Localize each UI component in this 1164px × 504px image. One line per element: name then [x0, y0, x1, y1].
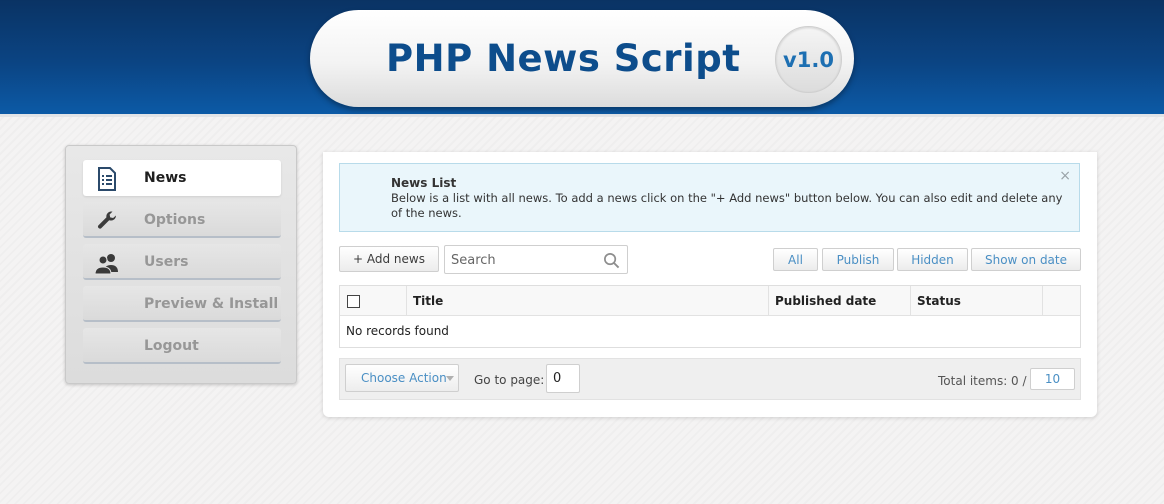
info-alert: News List Below is a list with all news.… — [339, 163, 1080, 232]
column-actions — [1043, 286, 1080, 316]
info-title: News List — [391, 176, 457, 190]
filter-show-on-date-button[interactable]: Show on date — [971, 248, 1081, 271]
site-title: PHP News Script — [386, 37, 741, 80]
chevron-down-icon — [446, 376, 454, 381]
sidebar-item-users[interactable]: Users — [83, 244, 281, 280]
users-icon — [95, 254, 118, 275]
column-title[interactable]: Title — [407, 286, 769, 316]
sidebar-item-label: Users — [144, 254, 189, 270]
sidebar-item-label: Preview & Install — [144, 296, 279, 312]
select-all-header — [340, 286, 407, 316]
info-text: Below is a list with all news. To add a … — [391, 191, 1063, 220]
document-list-icon — [98, 167, 116, 191]
filter-all-button[interactable]: All — [773, 248, 818, 271]
filter-publish-button[interactable]: Publish — [822, 248, 894, 271]
sidebar-menu: News Options Users Preview & Install Log… — [65, 145, 297, 384]
items-per-page-select[interactable]: 10 — [1030, 368, 1075, 390]
total-items-label: Total items: 0 / — [938, 374, 1027, 388]
sidebar-item-logout[interactable]: Logout — [83, 328, 281, 364]
choose-action-label: Choose Action — [361, 371, 447, 385]
empty-message: No records found — [346, 324, 449, 338]
sidebar-item-preview-install[interactable]: Preview & Install — [83, 286, 281, 322]
add-news-button[interactable]: + Add news — [339, 246, 439, 272]
search-icon[interactable] — [603, 252, 620, 269]
table-header: Title Published date Status — [340, 286, 1080, 316]
table-footer: Choose Action Go to page: Total items: 0… — [339, 358, 1081, 400]
search-field — [444, 245, 628, 274]
column-status[interactable]: Status — [911, 286, 1043, 316]
main-panel: News List Below is a list with all news.… — [323, 152, 1097, 417]
sidebar-item-options[interactable]: Options — [83, 202, 281, 238]
filter-hidden-button[interactable]: Hidden — [897, 248, 968, 271]
version-badge: v1.0 — [775, 26, 842, 93]
goto-page-label: Go to page: — [474, 373, 545, 387]
search-input[interactable] — [451, 251, 601, 269]
site-header: PHP News Script v1.0 — [0, 0, 1164, 117]
column-published-date[interactable]: Published date — [769, 286, 911, 316]
choose-action-dropdown[interactable]: Choose Action — [345, 364, 459, 392]
sidebar-item-label: Options — [144, 212, 206, 228]
close-icon[interactable]: × — [1059, 168, 1071, 184]
sidebar-item-news[interactable]: News — [83, 160, 281, 196]
goto-page-input[interactable] — [546, 364, 580, 393]
select-all-checkbox[interactable] — [347, 294, 360, 308]
sidebar-item-label: News — [144, 170, 187, 186]
news-table: Title Published date Status No records f… — [339, 285, 1081, 348]
sidebar-item-label: Logout — [144, 338, 199, 354]
logo-banner: PHP News Script v1.0 — [310, 10, 854, 107]
wrench-icon — [98, 211, 117, 229]
